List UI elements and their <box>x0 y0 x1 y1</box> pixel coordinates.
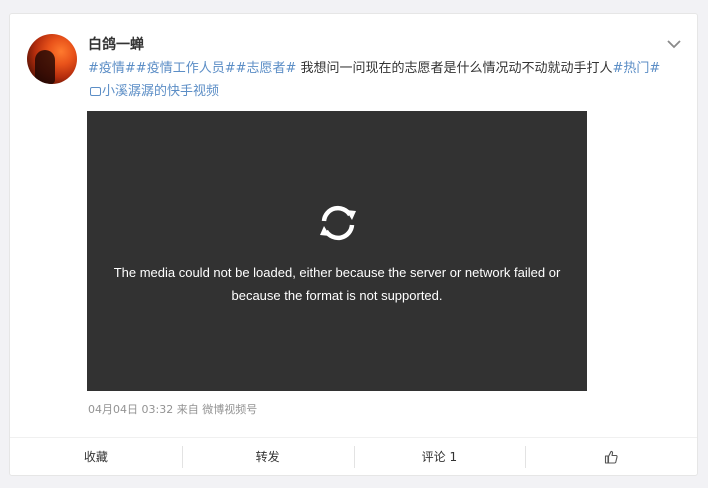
post-meta: 04月04日 03:32 来自 微博视频号 <box>88 401 257 417</box>
avatar[interactable] <box>27 34 77 84</box>
video-link[interactable]: 小溪潺潺的快手视频 <box>88 84 219 99</box>
video-link-icon <box>90 87 101 96</box>
hashtag-trending[interactable]: #热门# <box>613 61 661 76</box>
favorite-label: 收藏 <box>83 450 108 464</box>
thumbs-up-icon <box>605 450 618 464</box>
source-prefix: 来自 <box>176 403 199 416</box>
repost-button[interactable]: 转发 <box>181 438 354 475</box>
comment-button[interactable]: 评论 1 <box>353 438 526 475</box>
chevron-down-icon[interactable] <box>665 35 683 53</box>
favorite-button[interactable]: 收藏 <box>10 438 182 475</box>
video-error-line-2: because the format is not supported. <box>231 288 443 303</box>
avatar-figure <box>35 50 55 84</box>
hashtag-epidemic[interactable]: #疫情# <box>88 61 136 76</box>
like-button[interactable] <box>525 438 697 475</box>
username[interactable]: 白鸽一蝉 <box>88 34 144 54</box>
video-link-label: 小溪潺潺的快手视频 <box>102 84 220 99</box>
action-bar: 收藏 转发 评论 1 <box>10 437 697 475</box>
post-text: #疫情##疫情工作人员##志愿者# 我想问一问现在的志愿者是什么情况动不动就动手… <box>88 57 678 103</box>
video-error-message: The media could not be loaded, either be… <box>87 261 587 307</box>
weibo-post-card: 白鸽一蝉 #疫情##疫情工作人员##志愿者# 我想问一问现在的志愿者是什么情况动… <box>9 13 698 476</box>
comment-label: 评论 1 <box>421 450 458 464</box>
reload-icon[interactable] <box>314 199 362 247</box>
hashtag-volunteers[interactable]: #志愿者# <box>236 61 297 76</box>
hashtag-epidemic-workers[interactable]: #疫情工作人员# <box>136 61 236 76</box>
video-player[interactable]: The media could not be loaded, either be… <box>87 111 587 391</box>
post-source[interactable]: 微博视频号 <box>202 403 257 416</box>
repost-label: 转发 <box>255 450 280 464</box>
post-timestamp[interactable]: 04月04日 03:32 <box>88 403 173 416</box>
post-body: 我想问一问现在的志愿者是什么情况动不动就动手打人 <box>296 61 613 76</box>
video-error-line-1: The media could not be loaded, either be… <box>113 265 561 280</box>
